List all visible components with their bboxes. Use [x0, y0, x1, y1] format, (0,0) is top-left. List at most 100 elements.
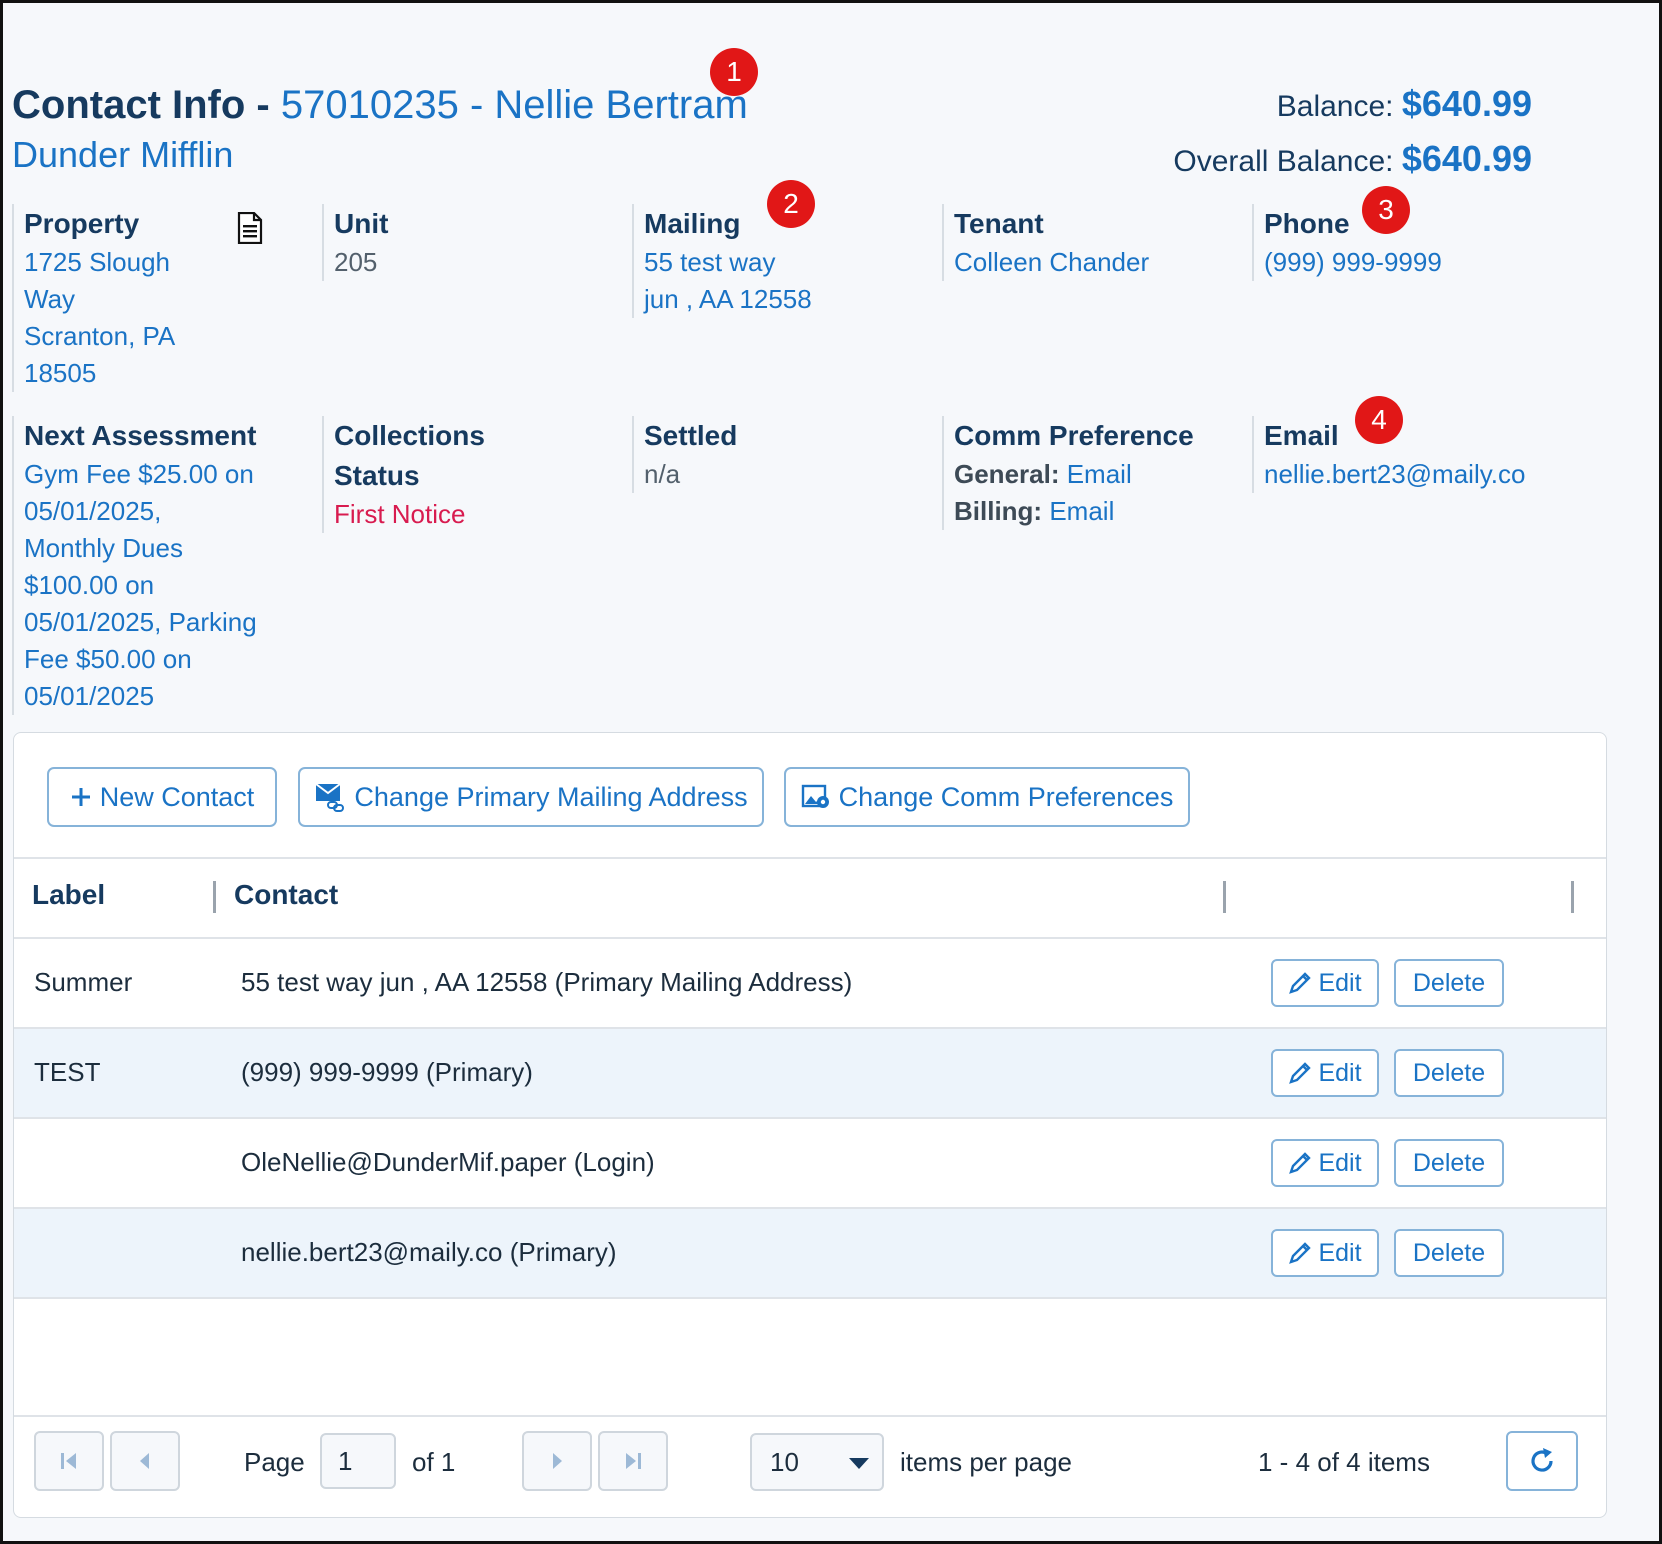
edit-label: Edit — [1318, 1148, 1362, 1177]
pencil-icon — [1289, 1152, 1312, 1174]
refresh-button[interactable] — [1506, 1431, 1578, 1491]
property-address-line[interactable]: 18505 — [24, 355, 302, 392]
column-header-contact[interactable]: Contact — [234, 879, 338, 911]
edit-button[interactable]: Edit — [1271, 1139, 1379, 1187]
mailing-section: Mailing 55 test way jun , AA 12558 — [632, 204, 922, 318]
change-comm-button[interactable]: Change Comm Preferences — [784, 767, 1190, 827]
unit-section: Unit 205 — [322, 204, 612, 281]
table-row: TEST (999) 999-9999 (Primary) Edit Delet… — [14, 1029, 1606, 1119]
items-per-page-value: 10 — [770, 1447, 799, 1477]
mailing-label: Mailing — [644, 208, 741, 239]
change-mailing-button[interactable]: Change Primary Mailing Address — [298, 767, 764, 827]
billing-value[interactable]: Email — [1049, 496, 1114, 526]
plus-icon — [71, 788, 90, 806]
overall-balance-value[interactable]: $640.99 — [1402, 138, 1532, 179]
row-contact: OleNellie@DunderMif.paper (Login) — [241, 1147, 655, 1177]
assessment-line[interactable]: 05/01/2025 — [24, 678, 302, 715]
delete-button[interactable]: Delete — [1394, 959, 1504, 1007]
balance-block: Balance: $640.99 Overall Balance: $640.9… — [1173, 78, 1532, 188]
previous-page-button[interactable] — [110, 1431, 180, 1491]
row-contact: nellie.bert23@maily.co (Primary) — [241, 1237, 617, 1267]
items-summary: 1 - 4 of 4 items — [1258, 1447, 1430, 1477]
balance-label: Balance: — [1276, 90, 1402, 123]
settled-value: n/a — [644, 459, 681, 489]
pager-divider — [14, 1415, 1606, 1417]
assessment-line[interactable]: Gym Fee $25.00 on — [24, 456, 302, 493]
collections-status: First Notice — [334, 499, 466, 529]
page-title: Contact Info - 57010235 - Nellie Bertram — [12, 80, 748, 130]
assessment-line[interactable]: 05/01/2025, — [24, 493, 302, 530]
property-section: Property 1725 Slough Way Scranton, PA 18… — [12, 204, 302, 392]
items-per-page-label: items per page — [900, 1447, 1072, 1477]
phone-value[interactable]: (999) 999-9999 — [1264, 244, 1572, 281]
first-page-icon — [61, 1453, 76, 1469]
table-row: Summer 55 test way jun , AA 12558 (Prima… — [14, 939, 1606, 1029]
refresh-icon — [1531, 1448, 1553, 1472]
settled-label: Settled — [644, 420, 738, 451]
table-row: OleNellie@DunderMif.paper (Login) Edit D… — [14, 1119, 1606, 1209]
row-label: Summer — [34, 967, 133, 997]
edit-button[interactable]: Edit — [1271, 1049, 1379, 1097]
email-value[interactable]: nellie.bert23@maily.co — [1264, 456, 1602, 493]
balance-value[interactable]: $640.99 — [1402, 83, 1532, 124]
assessment-line[interactable]: Fee $50.00 on — [24, 641, 302, 678]
row-contact: 55 test way jun , AA 12558 (Primary Mail… — [241, 967, 853, 997]
mailing-address-line[interactable]: jun , AA 12558 — [644, 281, 922, 318]
collections-label: Collections — [334, 420, 485, 451]
pencil-icon — [1289, 972, 1312, 994]
property-address-line[interactable]: Way — [24, 281, 302, 318]
change-comm-label: Change Comm Preferences — [838, 781, 1174, 812]
edit-label: Edit — [1318, 1058, 1362, 1087]
edit-button[interactable]: Edit — [1271, 959, 1379, 1007]
phone-section: Phone (999) 999-9999 — [1252, 204, 1572, 281]
next-page-button[interactable] — [522, 1431, 592, 1491]
edit-label: Edit — [1318, 968, 1362, 997]
change-mailing-label: Change Primary Mailing Address — [354, 781, 748, 812]
column-resizer[interactable] — [1223, 881, 1226, 913]
column-resizer[interactable] — [213, 881, 216, 913]
next-assessment-label: Next Assessment — [24, 420, 257, 451]
last-page-icon — [626, 1453, 641, 1469]
delete-button[interactable]: Delete — [1394, 1049, 1504, 1097]
mail-link-icon — [315, 783, 345, 812]
first-page-button[interactable] — [34, 1431, 104, 1491]
items-per-page-select[interactable]: 10 — [750, 1433, 884, 1491]
comm-settings-icon — [801, 784, 829, 808]
delete-button[interactable]: Delete — [1394, 1139, 1504, 1187]
general-label: General: — [954, 459, 1067, 489]
column-resizer[interactable] — [1571, 881, 1574, 913]
tenant-section: Tenant Colleen Chander — [942, 204, 1232, 281]
collections-section: Collections Status First Notice — [322, 416, 612, 533]
company-link[interactable]: Dunder Mifflin — [12, 133, 233, 177]
new-contact-button[interactable]: New Contact — [47, 767, 277, 827]
next-page-icon — [553, 1453, 562, 1469]
table-header: Label Contact — [14, 859, 1606, 939]
settled-section: Settled n/a — [632, 416, 922, 493]
billing-label: Billing: — [954, 496, 1050, 526]
previous-page-icon — [140, 1453, 149, 1469]
page-number-input[interactable]: 1 — [320, 1433, 396, 1489]
mailing-address-line[interactable]: 55 test way — [644, 244, 922, 281]
assessment-line[interactable]: Monthly Dues — [24, 530, 302, 567]
assessment-line[interactable]: $100.00 on — [24, 567, 302, 604]
document-icon[interactable] — [236, 212, 264, 244]
comm-preference-label: Comm Preference — [954, 420, 1194, 451]
last-page-button[interactable] — [598, 1431, 668, 1491]
title-prefix: Contact Info - — [12, 83, 281, 127]
property-address-line[interactable]: 1725 Slough — [24, 244, 302, 281]
unit-value: 205 — [334, 247, 378, 277]
general-value[interactable]: Email — [1067, 459, 1132, 489]
callout-badge-1: 1 — [710, 48, 758, 96]
new-contact-label: New Contact — [99, 781, 255, 812]
edit-label: Edit — [1318, 1238, 1362, 1267]
overall-balance-label: Overall Balance: — [1173, 145, 1402, 178]
account-link[interactable]: 57010235 - Nellie Bertram — [281, 83, 748, 127]
column-header-label[interactable]: Label — [32, 879, 105, 911]
edit-button[interactable]: Edit — [1271, 1229, 1379, 1277]
assessment-line[interactable]: 05/01/2025, Parking — [24, 604, 302, 641]
row-contact: (999) 999-9999 (Primary) — [241, 1057, 533, 1087]
tenant-value[interactable]: Colleen Chander — [954, 244, 1232, 281]
table-row: nellie.bert23@maily.co (Primary) Edit De… — [14, 1209, 1606, 1299]
delete-button[interactable]: Delete — [1394, 1229, 1504, 1277]
property-address-line[interactable]: Scranton, PA — [24, 318, 302, 355]
